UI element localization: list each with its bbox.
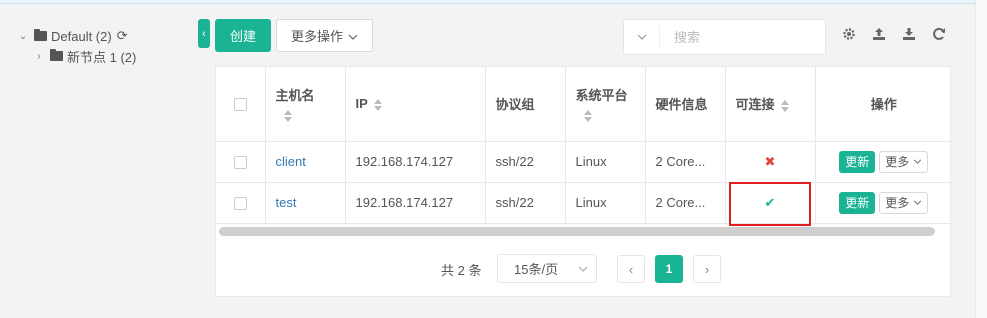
row-more-button[interactable]: 更多 (879, 191, 929, 214)
hostname-cell: test (265, 182, 346, 224)
gear-icon[interactable] (841, 26, 857, 42)
table-row: client 192.168.174.127 ssh/22 Linux 2 Co… (216, 141, 952, 183)
hostname-link[interactable]: test (276, 195, 297, 210)
protocols-cell: ssh/22 (485, 182, 566, 224)
table-header-row: 主机名 IP 协议组 系统平台 硬件信息 可连接 操作 (216, 67, 952, 142)
actions-cell: 更新 更多 (815, 182, 952, 224)
search-box[interactable] (623, 19, 826, 55)
chevron-down-icon[interactable] (624, 26, 660, 48)
column-hardware: 硬件信息 (645, 67, 726, 142)
page-size-label: 15条/页 (514, 262, 559, 277)
horizontal-scrollbar[interactable] (219, 227, 935, 236)
column-label: 操作 (870, 97, 897, 113)
refresh-icon[interactable]: ⟳ (117, 28, 128, 44)
page-size-select[interactable]: 15条/页 (497, 254, 597, 283)
upload-icon[interactable] (871, 26, 887, 42)
row-select-cell (216, 141, 266, 183)
column-label: IP (355, 96, 368, 112)
update-button[interactable]: 更新 (839, 191, 876, 214)
ip-cell: 192.168.174.127 (345, 182, 486, 224)
next-page-button[interactable]: › (693, 255, 721, 283)
column-platform[interactable]: 系统平台 (565, 67, 646, 142)
refresh-icon[interactable] (931, 26, 947, 42)
actions-cell: 更新 更多 (815, 141, 952, 183)
column-label: 主机名 (275, 88, 315, 104)
node-tree: ⌄ Default (2) ⟳ › 新节点 1 (2) (16, 26, 137, 66)
sort-icon[interactable] (373, 98, 382, 111)
assets-table: 主机名 IP 协议组 系统平台 硬件信息 可连接 操作 client 192.1… (216, 67, 952, 224)
tree-node-child[interactable]: › 新节点 1 (2) (16, 46, 136, 66)
tree-node-label[interactable]: 新节点 1 (2) (67, 47, 136, 66)
row-checkbox[interactable] (233, 197, 247, 211)
table-tools (841, 26, 947, 42)
node-tree-panel: ⌄ Default (2) ⟳ › 新节点 1 (2) (0, 4, 198, 318)
select-all-cell (216, 67, 266, 142)
column-actions: 操作 (815, 67, 952, 142)
search-input[interactable] (660, 22, 820, 52)
chevron-down-icon (578, 266, 588, 272)
chevron-down-icon[interactable]: ⌄ (16, 31, 30, 42)
column-connectable[interactable]: 可连接 (725, 67, 816, 142)
row-more-label: 更多 (885, 155, 910, 169)
column-ip[interactable]: IP (345, 67, 486, 142)
folder-icon (50, 49, 63, 61)
prev-page-button[interactable]: ‹ (617, 255, 645, 283)
hardware-cell: 2 Core... (645, 182, 726, 224)
row-select-cell (216, 182, 266, 224)
chevron-down-icon (348, 28, 358, 43)
chevron-down-icon (914, 159, 922, 164)
sort-icon[interactable] (780, 99, 789, 112)
tree-node-default[interactable]: ⌄ Default (2) ⟳ (16, 26, 136, 46)
table-row: test 192.168.174.127 ssh/22 Linux 2 Core… (216, 182, 952, 224)
highlight-annotation (729, 182, 811, 226)
sort-icon[interactable] (283, 110, 292, 123)
column-hostname[interactable]: 主机名 (265, 67, 346, 142)
collapse-tree-button[interactable]: ‹ (198, 19, 210, 48)
tree-node-label[interactable]: Default (2) (51, 29, 112, 44)
hostname-cell: client (265, 141, 346, 183)
chevron-right-icon[interactable]: › (32, 51, 46, 62)
more-actions-label: 更多操作 (291, 29, 344, 44)
column-label: 系统平台 (575, 88, 628, 104)
hostname-link[interactable]: client (276, 154, 306, 169)
protocols-cell: ssh/22 (485, 141, 566, 183)
total-count: 共 2 条 (441, 263, 482, 278)
hardware-cell: 2 Core... (645, 141, 726, 183)
row-more-label: 更多 (885, 196, 910, 210)
sort-icon[interactable] (583, 110, 592, 123)
row-more-button[interactable]: 更多 (879, 150, 929, 173)
vertical-scrollbar[interactable] (975, 0, 987, 318)
select-all-checkbox[interactable] (233, 98, 247, 112)
folder-open-icon (34, 29, 47, 41)
connectable-cell: ✖ (725, 141, 816, 183)
column-label: 协议组 (495, 97, 535, 113)
chevron-down-icon (914, 200, 922, 205)
page-button-current[interactable]: 1 (655, 255, 683, 283)
platform-cell: Linux (565, 182, 646, 224)
ip-cell: 192.168.174.127 (345, 141, 486, 183)
column-protocols: 协议组 (485, 67, 566, 142)
toolbar: 创建 更多操作 (215, 19, 374, 52)
create-button[interactable]: 创建 (215, 19, 272, 52)
column-label: 硬件信息 (655, 97, 708, 113)
column-label: 可连接 (735, 97, 775, 113)
download-icon[interactable] (901, 26, 917, 42)
platform-cell: Linux (565, 141, 646, 183)
more-actions-button[interactable]: 更多操作 (276, 19, 374, 52)
update-button[interactable]: 更新 (839, 150, 876, 173)
row-checkbox[interactable] (233, 156, 247, 170)
close-icon: ✖ (764, 153, 776, 169)
